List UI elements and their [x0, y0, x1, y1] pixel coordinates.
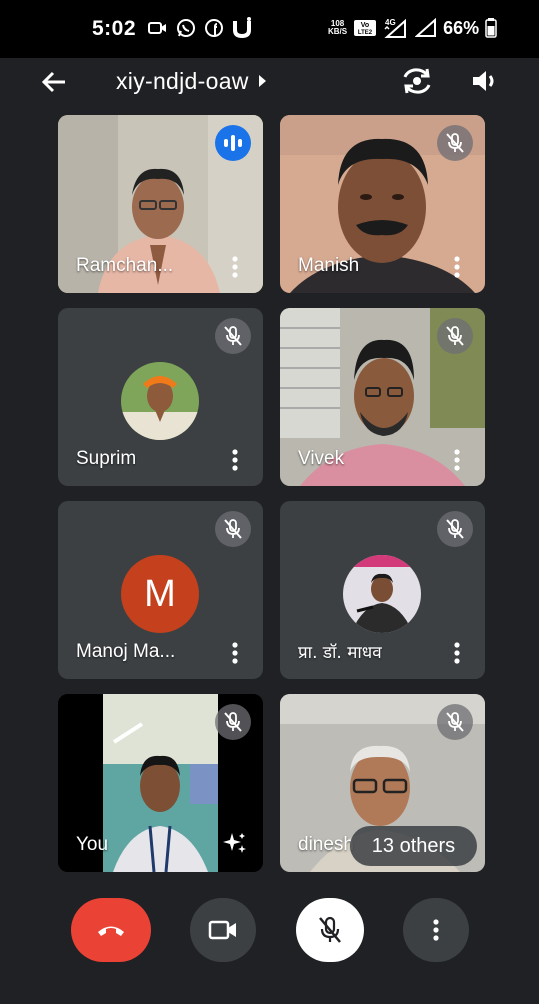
- participant-tile[interactable]: Ramchan...: [58, 115, 263, 293]
- participant-tile[interactable]: Suprim: [58, 308, 263, 486]
- svg-text:Vo: Vo: [361, 22, 369, 29]
- battery-percent: 66%: [443, 17, 480, 38]
- self-view-tile[interactable]: You: [58, 694, 263, 872]
- muted-indicator: [215, 511, 251, 547]
- system-icons: 108 KB/S Vo LTE2 4G 66%: [328, 14, 497, 42]
- participant-name: Vivek: [298, 448, 345, 469]
- others-count-button[interactable]: 13 others: [350, 826, 477, 866]
- call-end-icon: [98, 926, 124, 936]
- muted-indicator: [437, 318, 473, 354]
- sparkle-effects-icon: [223, 833, 246, 853]
- audio-output-button[interactable]: [466, 62, 504, 100]
- network-speed-unit: KB/S: [328, 27, 348, 36]
- battery-icon: [485, 18, 497, 38]
- more-vert-icon: [454, 449, 460, 471]
- video-call-notification-icon: [148, 22, 166, 34]
- whatsapp-icon: [177, 19, 195, 37]
- mic-off-icon: [224, 326, 242, 346]
- microphone-toggle-button[interactable]: [296, 898, 364, 962]
- participant-options-button[interactable]: [445, 446, 469, 474]
- more-options-button[interactable]: [403, 898, 469, 962]
- speaker-icon: [473, 71, 494, 91]
- participant-name: Ramchan...: [76, 255, 174, 276]
- participant-name: Manish: [298, 255, 360, 276]
- signal-icon: [415, 18, 437, 37]
- more-vert-icon: [232, 449, 238, 471]
- participant-avatar: [343, 555, 421, 633]
- switch-camera-icon: [403, 68, 431, 94]
- mic-off-icon: [446, 519, 464, 539]
- facebook-icon: [205, 19, 223, 37]
- muted-indicator: [437, 704, 473, 740]
- audio-level-bar: [238, 139, 242, 147]
- status-bar: 5:02 108 KB/S Vo LTE2 4G 66%: [0, 0, 539, 58]
- call-controls: [0, 868, 539, 978]
- app-u-icon: [233, 17, 251, 39]
- mic-off-icon: [446, 326, 464, 346]
- signal-4g-icon: 4G: [384, 18, 407, 38]
- participant-tile[interactable]: Vivek: [280, 308, 485, 486]
- meeting-info-button[interactable]: xiy-ndjd-oaw: [116, 64, 267, 98]
- back-button[interactable]: [36, 64, 72, 100]
- arrow-back-icon: [41, 71, 65, 93]
- participant-avatar: [121, 362, 199, 440]
- more-vert-icon: [433, 919, 439, 941]
- system-navigation-bar: [0, 990, 539, 1004]
- participant-tile[interactable]: Manish: [280, 115, 485, 293]
- call-header: xiy-ndjd-oaw: [0, 58, 539, 108]
- status-time: 5:02: [92, 17, 137, 40]
- participant-tile[interactable]: M Manoj Ma...: [58, 501, 263, 679]
- effects-button[interactable]: [221, 830, 249, 858]
- participant-options-button[interactable]: [223, 639, 247, 667]
- more-vert-icon: [454, 256, 460, 278]
- switch-camera-button[interactable]: [398, 62, 436, 100]
- participant-name: You: [76, 834, 109, 855]
- muted-indicator: [437, 125, 473, 161]
- end-call-button[interactable]: [71, 898, 151, 962]
- participant-name: dinesh: [298, 834, 354, 855]
- participant-avatar-letter: M: [121, 555, 199, 633]
- participant-name: Suprim: [76, 448, 137, 469]
- mic-off-icon: [224, 519, 242, 539]
- mic-off-icon: [224, 712, 242, 732]
- muted-indicator: [215, 704, 251, 740]
- meet-call-screen: xiy-ndjd-oaw Ramchan... Manish Suprim Vi…: [0, 58, 539, 1004]
- audio-level-bar: [224, 139, 228, 147]
- mic-off-icon: [319, 916, 341, 943]
- audio-level-bar: [231, 135, 235, 151]
- notification-icons: [148, 15, 252, 41]
- participant-tile[interactable]: प्रा. डॉ. माधव: [280, 501, 485, 679]
- muted-indicator: [215, 318, 251, 354]
- participant-options-button[interactable]: [223, 253, 247, 281]
- meeting-code: xiy-ndjd-oaw: [116, 67, 249, 94]
- more-vert-icon: [454, 642, 460, 664]
- participant-name: Manoj Ma...: [76, 641, 176, 662]
- speaking-indicator: [215, 125, 251, 161]
- volte-icon: VoLTE2: [354, 20, 377, 36]
- more-vert-icon: [232, 256, 238, 278]
- participant-options-button[interactable]: [445, 253, 469, 281]
- mic-off-icon: [446, 133, 464, 153]
- muted-indicator: [437, 511, 473, 547]
- caret-right-icon: [258, 75, 266, 87]
- participant-options-button[interactable]: [223, 446, 247, 474]
- network-speed: 108 KB/S: [328, 20, 347, 36]
- more-vert-icon: [232, 642, 238, 664]
- participant-options-button[interactable]: [445, 639, 469, 667]
- svg-text:LTE2: LTE2: [358, 30, 373, 36]
- participant-name: प्रा. डॉ. माधव: [298, 643, 382, 663]
- camera-toggle-button[interactable]: [190, 898, 256, 962]
- videocam-icon: [208, 920, 236, 940]
- mic-off-icon: [446, 712, 464, 732]
- svg-text:4G: 4G: [385, 18, 396, 27]
